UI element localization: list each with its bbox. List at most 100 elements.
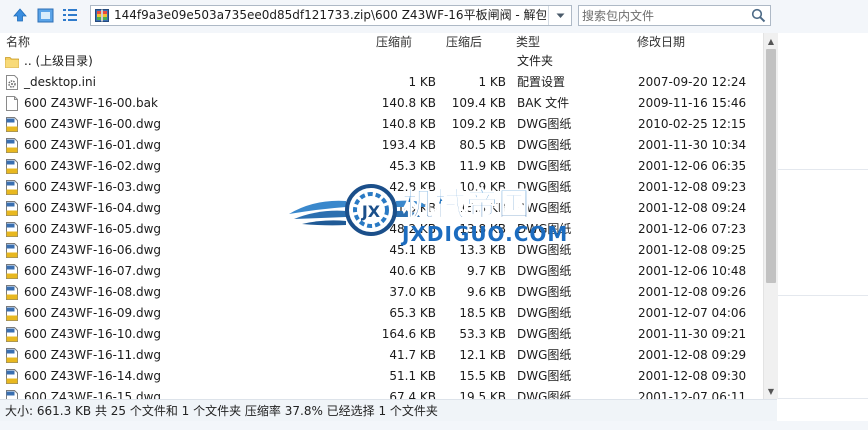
- column-type[interactable]: 类型: [516, 34, 540, 50]
- dwg-file-icon: [6, 264, 18, 279]
- zip-archive-icon: [95, 9, 109, 22]
- view-thumbnails-button[interactable]: [35, 5, 55, 25]
- file-row[interactable]: 600 Z43WF-16-01.dwg 193.4 KB 80.5 KB DWG图纸 2…: [0, 135, 763, 156]
- file-size: 65.3 KB: [389, 306, 436, 320]
- file-name: 600 Z43WF-16-06.dwg: [24, 243, 162, 257]
- address-path: 144f9a3e09e503a735ee0d85df121733.zip\600…: [114, 8, 546, 22]
- file-row[interactable]: .. (上级目录) 文件夹: [0, 51, 763, 72]
- chevron-down-icon: [556, 13, 564, 18]
- file-size: 164.6 KB: [381, 327, 436, 341]
- file-packed-size: 13.8 KB: [459, 222, 506, 236]
- file-size: 40.6 KB: [389, 264, 436, 278]
- file-row[interactable]: 600 Z43WF-16-02.dwg 45.3 KB 11.9 KB DWG图纸 20…: [0, 156, 763, 177]
- thumbnail-view-icon: [37, 8, 53, 22]
- column-name[interactable]: 名称: [6, 34, 30, 50]
- file-modified: 2001-11-30 10:34: [638, 138, 747, 152]
- file-packed-size: 11.9 KB: [459, 159, 506, 173]
- dwg-file-icon: [6, 306, 18, 321]
- file-row[interactable]: _desktop.ini 1 KB 1 KB 配置设置 2007-09-20 12:24: [0, 72, 763, 93]
- arrow-up-icon: [13, 8, 27, 22]
- file-row[interactable]: 600 Z43WF-16-04.dwg 51.3 KB 15.3 KB DWG图纸 20…: [0, 198, 763, 219]
- file-name: 600 Z43WF-16-01.dwg: [24, 138, 162, 152]
- column-header: 名称 压缩前 压缩后 类型 修改日期: [0, 33, 763, 51]
- dwg-file-icon: [6, 117, 18, 132]
- file-type: DWG图纸: [517, 243, 572, 257]
- file-size: 37.0 KB: [389, 285, 436, 299]
- file-name: .. (上级目录): [24, 54, 93, 68]
- list-view-icon: [63, 9, 77, 21]
- file-packed-size: 15.5 KB: [459, 369, 506, 383]
- file-type: DWG图纸: [517, 369, 572, 383]
- column-modified[interactable]: 修改日期: [637, 34, 685, 50]
- file-size: 48.2 KB: [389, 222, 436, 236]
- column-packed[interactable]: 压缩后: [446, 34, 482, 50]
- search-icon[interactable]: [751, 8, 766, 23]
- dwg-file-icon: [6, 222, 18, 237]
- file-name: 600 Z43WF-16-00.dwg: [24, 117, 162, 131]
- search-input[interactable]: [582, 7, 742, 24]
- status-bar: 大小: 661.3 KB 共 25 个文件和 1 个文件夹 压缩率 37.8% …: [0, 399, 777, 422]
- settings-file-icon: [6, 75, 18, 90]
- file-modified: 2001-11-30 09:21: [638, 327, 747, 341]
- file-type: BAK 文件: [517, 96, 570, 110]
- file-name: 600 Z43WF-16-07.dwg: [24, 264, 162, 278]
- file-size: 1 KB: [408, 75, 436, 89]
- file-name: 600 Z43WF-16-11.dwg: [24, 348, 162, 362]
- file-row[interactable]: 600 Z43WF-16-05.dwg 48.2 KB 13.8 KB DWG图纸 20…: [0, 219, 763, 240]
- status-text: 大小: 661.3 KB 共 25 个文件和 1 个文件夹 压缩率 37.8% …: [5, 404, 438, 418]
- file-type: DWG图纸: [517, 348, 572, 362]
- scroll-up-arrow[interactable]: ▲: [764, 34, 778, 48]
- file-modified: 2009-11-16 15:46: [638, 96, 747, 110]
- dwg-file-icon: [6, 369, 18, 384]
- dwg-file-icon: [6, 285, 18, 300]
- blank-file-icon: [6, 96, 18, 111]
- file-type: DWG图纸: [517, 159, 572, 173]
- file-modified: 2001-12-08 09:25: [638, 243, 747, 257]
- dwg-file-icon: [6, 159, 18, 174]
- file-size: 41.7 KB: [389, 348, 436, 362]
- scroll-down-arrow[interactable]: ▼: [764, 384, 778, 398]
- address-bar[interactable]: 144f9a3e09e503a735ee0d85df121733.zip\600…: [90, 5, 572, 26]
- file-modified: 2001-12-08 09:26: [638, 285, 747, 299]
- folder-up-icon: [5, 57, 19, 68]
- file-modified: 2001-12-08 09:30: [638, 369, 747, 383]
- file-packed-size: 19.5 KB: [459, 390, 506, 399]
- file-packed-size: 15.3 KB: [459, 201, 506, 215]
- file-modified: 2001-12-06 06:35: [638, 159, 747, 173]
- file-row[interactable]: 600 Z43WF-16-00.bak 140.8 KB 109.4 KB BAK 文…: [0, 93, 763, 114]
- file-row[interactable]: 600 Z43WF-16-03.dwg 42.8 KB 10.9 KB DWG图纸 20…: [0, 177, 763, 198]
- file-row[interactable]: 600 Z43WF-16-10.dwg 164.6 KB 53.3 KB DWG图纸 2…: [0, 324, 763, 345]
- address-dropdown-button[interactable]: [548, 6, 571, 25]
- dwg-file-icon: [6, 180, 18, 195]
- file-size: 140.8 KB: [381, 96, 436, 110]
- file-name: 600 Z43WF-16-02.dwg: [24, 159, 162, 173]
- file-modified: 2007-09-20 12:24: [638, 75, 747, 89]
- column-size[interactable]: 压缩前: [376, 34, 412, 50]
- dwg-file-icon: [6, 201, 18, 216]
- file-packed-size: 109.4 KB: [451, 96, 506, 110]
- file-type: DWG图纸: [517, 117, 572, 131]
- file-row[interactable]: 600 Z43WF-16-09.dwg 65.3 KB 18.5 KB DWG图纸 20…: [0, 303, 763, 324]
- file-row[interactable]: 600 Z43WF-16-07.dwg 40.6 KB 9.7 KB DWG图纸 200…: [0, 261, 763, 282]
- divider: [778, 295, 868, 296]
- search-box[interactable]: [578, 5, 771, 26]
- file-row[interactable]: 600 Z43WF-16-00.dwg 140.8 KB 109.2 KB DWG图纸…: [0, 114, 763, 135]
- up-button[interactable]: [10, 5, 30, 25]
- dwg-file-icon: [6, 390, 18, 399]
- file-size: 51.1 KB: [389, 369, 436, 383]
- file-packed-size: 9.6 KB: [467, 285, 506, 299]
- file-type: DWG图纸: [517, 306, 572, 320]
- file-modified: 2001-12-07 06:11: [638, 390, 747, 399]
- file-row[interactable]: 600 Z43WF-16-14.dwg 51.1 KB 15.5 KB DWG图纸 20…: [0, 366, 763, 387]
- file-modified: 2001-12-08 09:29: [638, 348, 747, 362]
- file-row[interactable]: 600 Z43WF-16-11.dwg 41.7 KB 12.1 KB DWG图纸 20…: [0, 345, 763, 366]
- file-row[interactable]: 600 Z43WF-16-15.dwg 67.4 KB 19.5 KB DWG图纸 20…: [0, 387, 763, 399]
- file-row[interactable]: 600 Z43WF-16-08.dwg 37.0 KB 9.6 KB DWG图纸 200…: [0, 282, 763, 303]
- file-type: 配置设置: [517, 75, 566, 89]
- view-list-button[interactable]: [60, 5, 80, 25]
- scrollbar-thumb[interactable]: [766, 49, 776, 283]
- vertical-scrollbar[interactable]: ▲ ▼: [763, 33, 778, 399]
- dwg-file-icon: [6, 138, 18, 153]
- file-packed-size: 53.3 KB: [459, 327, 506, 341]
- file-row[interactable]: 600 Z43WF-16-06.dwg 45.1 KB 13.3 KB DWG图纸 20…: [0, 240, 763, 261]
